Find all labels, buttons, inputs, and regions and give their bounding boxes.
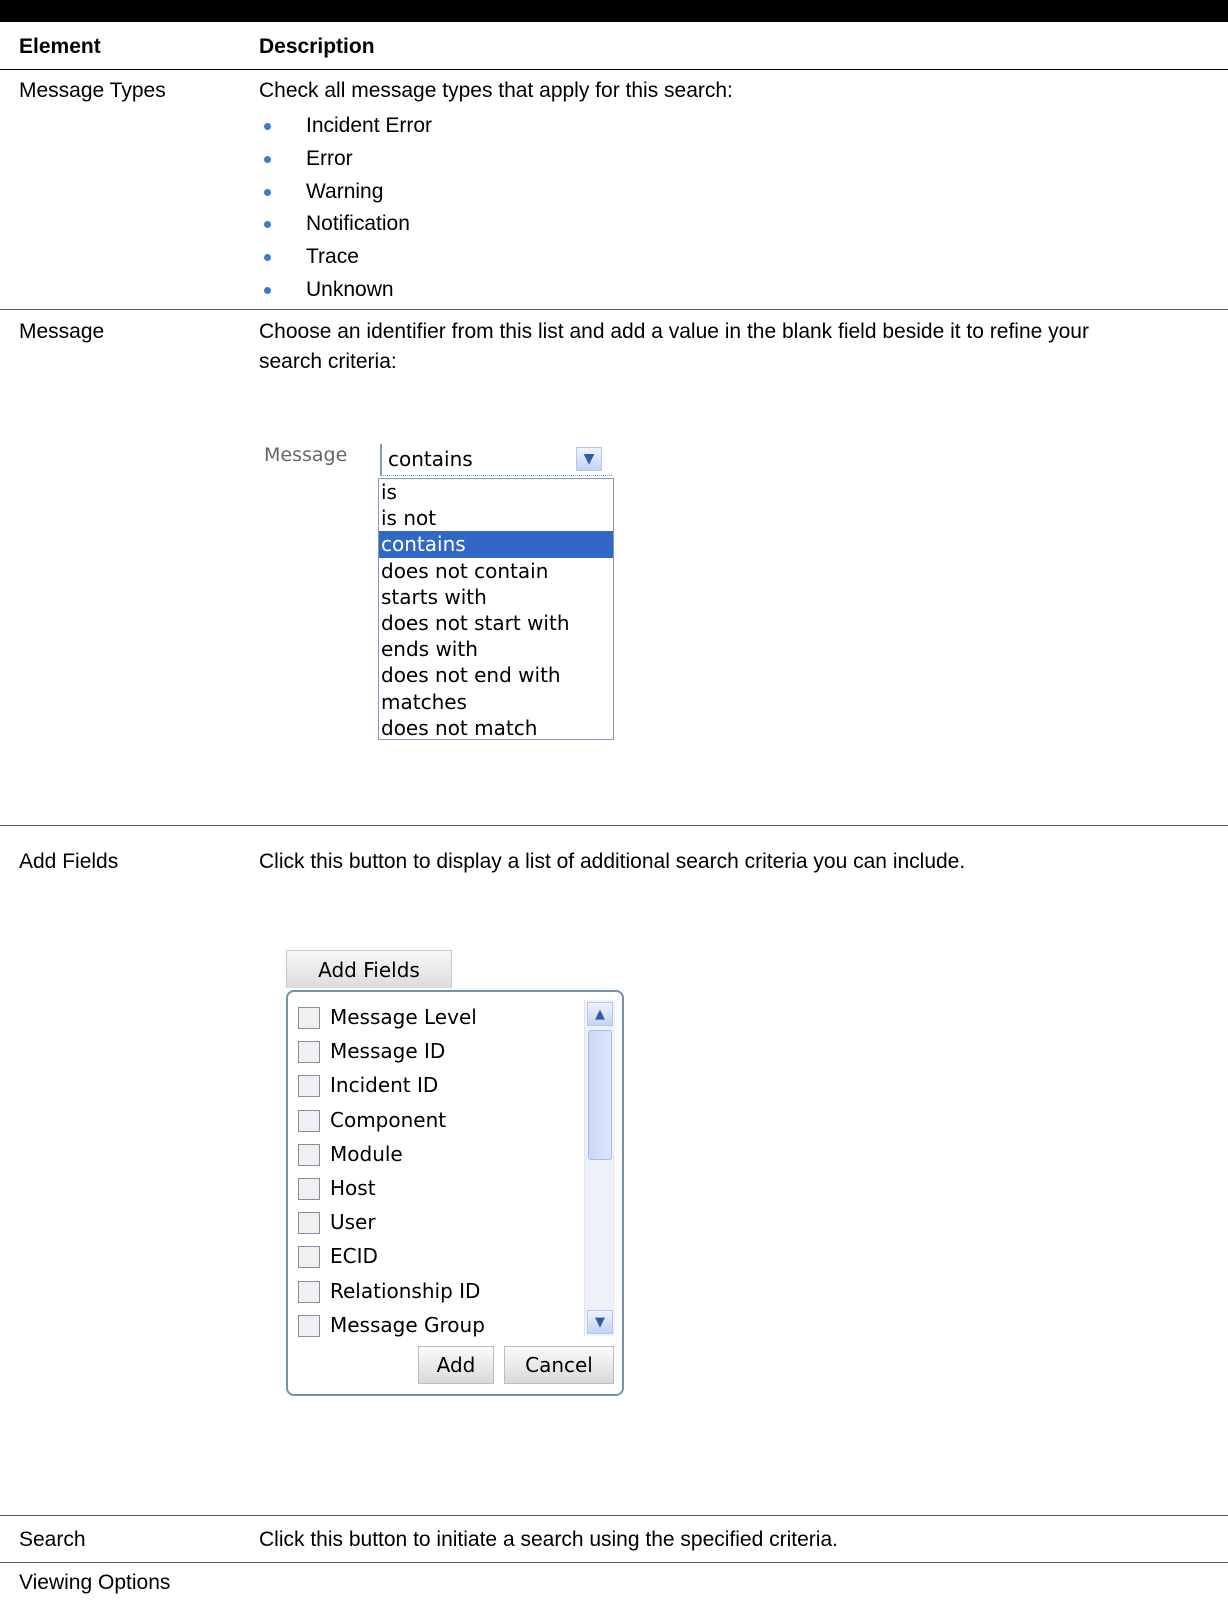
row-description-add-fields: Click this button to display a list of a… bbox=[259, 850, 966, 873]
checkbox[interactable] bbox=[298, 1314, 320, 1337]
bullet-icon bbox=[264, 123, 271, 130]
message-dropdown-label: Message bbox=[264, 444, 348, 466]
chevron-up-icon[interactable]: ▲ bbox=[587, 1002, 613, 1026]
list-item[interactable]: Component bbox=[298, 1105, 584, 1139]
row-element-add-fields: Add Fields bbox=[19, 850, 119, 873]
dropdown-option[interactable]: starts with bbox=[379, 584, 613, 610]
add-button[interactable]: Add bbox=[418, 1346, 494, 1384]
header-element: Element bbox=[19, 35, 101, 58]
list-item[interactable]: Relationship ID bbox=[298, 1276, 584, 1310]
dropdown-option[interactable]: does not match bbox=[379, 715, 613, 741]
message-operator-options: is is not contains does not contain star… bbox=[378, 478, 614, 740]
add-fields-list: Message Level Message ID Incident ID Com… bbox=[298, 1002, 584, 1344]
row-description-search: Click this button to initiate a search u… bbox=[259, 1528, 838, 1551]
header-divider bbox=[0, 69, 1228, 70]
row-divider bbox=[0, 1562, 1228, 1563]
row-divider bbox=[0, 825, 1228, 826]
dropdown-option[interactable]: matches bbox=[379, 689, 613, 715]
dropdown-option[interactable]: does not start with bbox=[379, 610, 613, 636]
list-item[interactable]: Incident ID bbox=[298, 1070, 584, 1104]
dropdown-option[interactable]: does not end with bbox=[379, 662, 613, 688]
list-item: Trace bbox=[259, 245, 432, 278]
row-divider bbox=[0, 1515, 1228, 1516]
row-description-message-line2: search criteria: bbox=[259, 350, 397, 373]
list-item[interactable]: User bbox=[298, 1207, 584, 1241]
list-item[interactable]: Message Level bbox=[298, 1002, 584, 1036]
bullet-icon bbox=[264, 286, 271, 294]
header-description: Description bbox=[259, 35, 375, 58]
list-item[interactable]: Message Group bbox=[298, 1310, 584, 1344]
checkbox[interactable] bbox=[298, 1177, 320, 1200]
cancel-button[interactable]: Cancel bbox=[504, 1346, 614, 1384]
checkbox[interactable] bbox=[298, 1109, 320, 1132]
chevron-down-icon[interactable]: ▼ bbox=[587, 1310, 613, 1334]
row-element-viewing-options: Viewing Options bbox=[19, 1571, 171, 1594]
top-rule bbox=[0, 0, 1228, 22]
list-item: Warning bbox=[259, 180, 432, 213]
add-fields-panel: Message Level Message ID Incident ID Com… bbox=[286, 990, 624, 1396]
row-description-message-line1: Choose an identifier from this list and … bbox=[259, 320, 1089, 343]
scrollbar-thumb[interactable] bbox=[588, 1030, 612, 1160]
row-element-search: Search bbox=[19, 1528, 86, 1551]
dropdown-option[interactable]: is not bbox=[379, 505, 613, 531]
chevron-down-icon[interactable]: ▼ bbox=[576, 447, 602, 471]
dropdown-option[interactable]: ends with bbox=[379, 636, 613, 662]
message-operator-select[interactable]: contains ▼ bbox=[380, 444, 612, 476]
checkbox[interactable] bbox=[298, 1280, 320, 1303]
bullet-icon bbox=[264, 254, 271, 262]
add-fields-button[interactable]: Add Fields bbox=[286, 950, 452, 988]
list-item: Notification bbox=[259, 212, 432, 245]
dropdown-option[interactable]: is bbox=[379, 479, 613, 505]
row-description-message-types: Check all message types that apply for t… bbox=[259, 79, 733, 102]
list-item[interactable]: Module bbox=[298, 1139, 584, 1173]
dropdown-option-selected[interactable]: contains bbox=[379, 531, 613, 558]
list-item[interactable]: Message ID bbox=[298, 1036, 584, 1070]
list-item: Error bbox=[259, 147, 432, 180]
message-operator-value: contains bbox=[388, 447, 473, 471]
bullet-icon bbox=[264, 221, 271, 229]
row-element-message: Message bbox=[19, 320, 105, 343]
checkbox[interactable] bbox=[298, 1143, 320, 1166]
list-item: Unknown bbox=[259, 278, 432, 311]
bullet-icon bbox=[264, 188, 271, 196]
list-item: Incident Error bbox=[259, 114, 432, 147]
message-types-list: Incident Error Error Warning Notificatio… bbox=[259, 114, 432, 311]
scrollbar[interactable]: ▲ ▼ bbox=[584, 1000, 615, 1336]
list-item[interactable]: ECID bbox=[298, 1241, 584, 1275]
checkbox[interactable] bbox=[298, 1007, 320, 1029]
checkbox[interactable] bbox=[298, 1246, 320, 1269]
checkbox[interactable] bbox=[298, 1041, 320, 1064]
dropdown-option[interactable]: does not contain bbox=[379, 558, 613, 584]
list-item[interactable]: Host bbox=[298, 1173, 584, 1207]
checkbox[interactable] bbox=[298, 1212, 320, 1235]
checkbox[interactable] bbox=[298, 1075, 320, 1098]
bullet-icon bbox=[264, 155, 271, 163]
row-divider bbox=[0, 309, 1228, 310]
row-element-message-types: Message Types bbox=[19, 79, 166, 102]
